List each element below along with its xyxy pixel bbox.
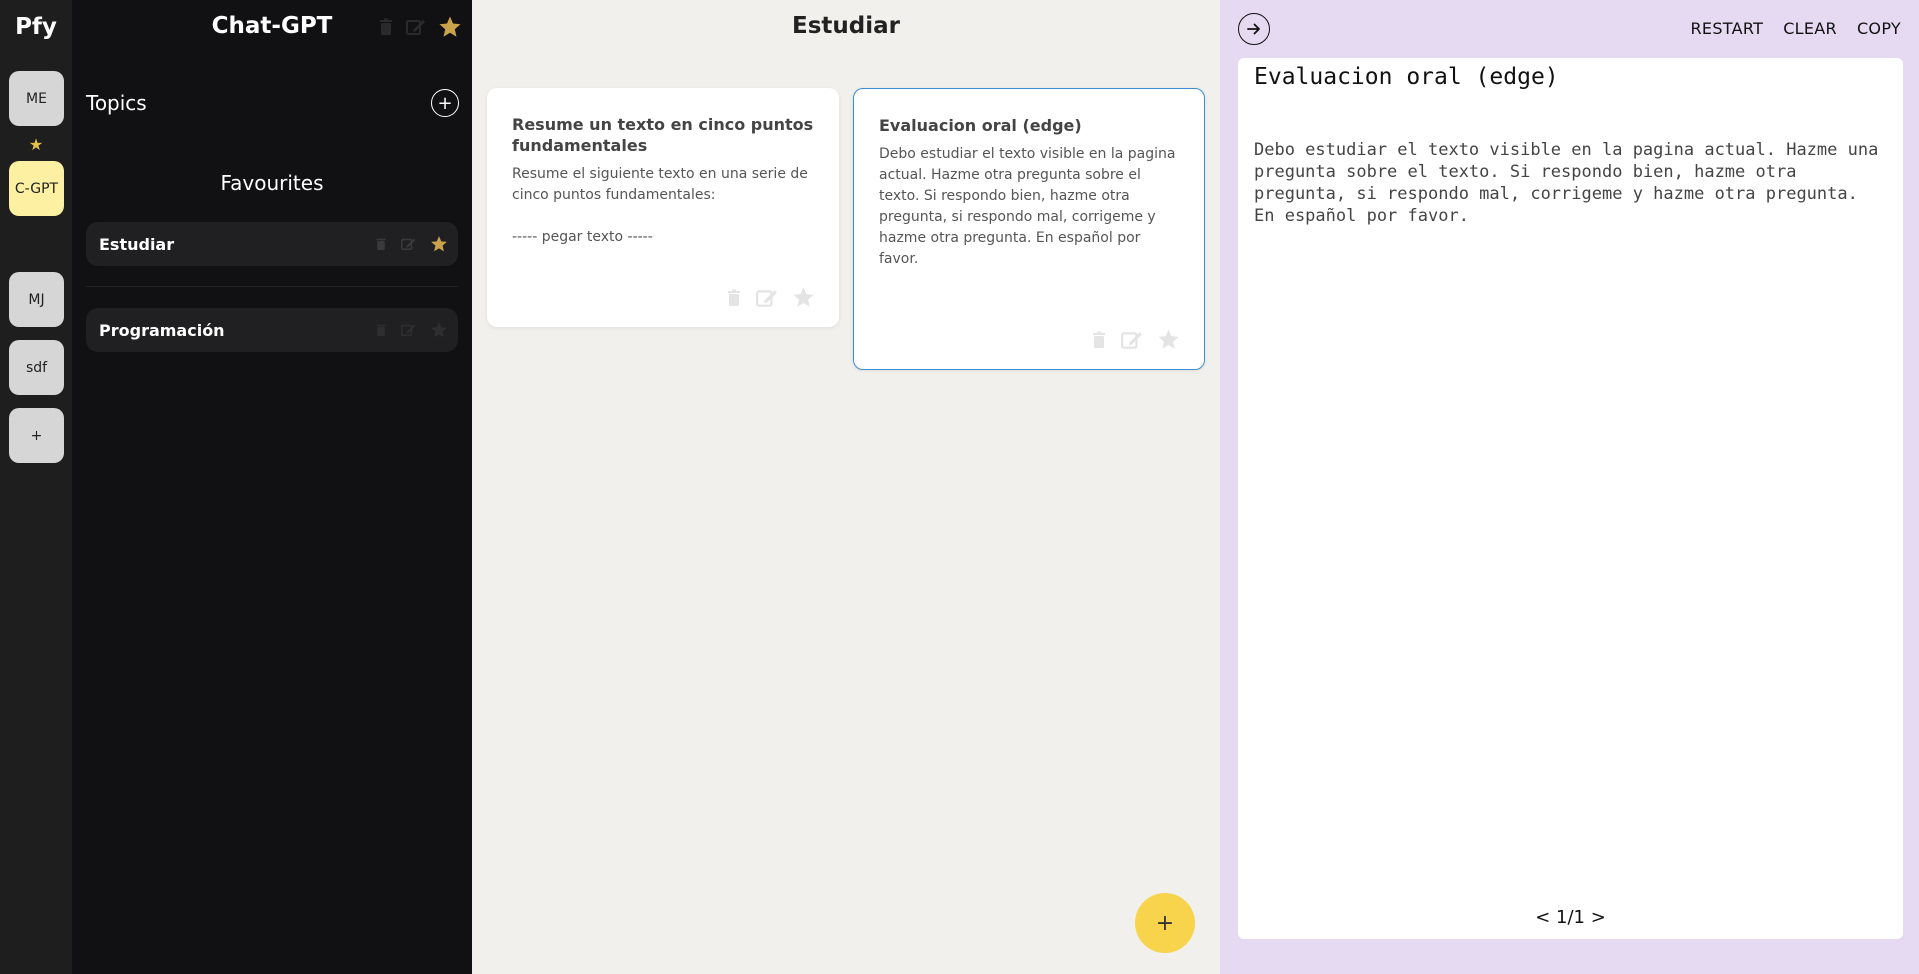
workspace-sdf[interactable]: sdf <box>9 340 64 395</box>
trash-icon[interactable] <box>726 286 742 309</box>
output-title: Evaluacion oral (edge) <box>1254 64 1559 90</box>
prompt-card-title: Evaluacion oral (edge) <box>879 116 1082 135</box>
favourites-heading: Favourites <box>220 171 324 195</box>
star-icon[interactable] <box>1157 328 1180 351</box>
star-icon: ★ <box>28 135 44 154</box>
trash-icon[interactable] <box>375 323 387 337</box>
favourite-star-icon[interactable] <box>438 15 462 39</box>
prompt-card-selected[interactable]: Evaluacion oral (edge) Debo estudiar el … <box>853 88 1205 370</box>
edit-icon[interactable] <box>1121 328 1143 351</box>
star-icon[interactable] <box>792 286 815 309</box>
edit-icon[interactable] <box>756 286 778 309</box>
workspace-me[interactable]: ME <box>9 71 64 126</box>
workspace-mj[interactable]: MJ <box>9 272 64 327</box>
topic-item-estudiar[interactable]: Estudiar <box>86 222 458 266</box>
copy-button[interactable]: COPY <box>1857 19 1901 38</box>
workspace-actions <box>378 15 462 39</box>
workspace-c-gpt[interactable]: C-GPT <box>9 161 64 216</box>
divider <box>86 286 458 287</box>
clear-button[interactable]: CLEAR <box>1783 19 1837 38</box>
prompt-card-body: Debo estudiar el texto visible en la pag… <box>879 146 1180 267</box>
topic-label: Estudiar <box>99 234 175 254</box>
prompt-card-body: Resume el siguiente texto en una serie d… <box>512 166 808 245</box>
output-actions: RESTART CLEAR COPY <box>1691 19 1919 38</box>
trash-icon[interactable] <box>1091 328 1107 351</box>
restart-button[interactable]: RESTART <box>1691 19 1764 38</box>
edit-icon[interactable] <box>406 18 426 36</box>
edit-icon[interactable] <box>401 323 416 337</box>
topic-item-programacion[interactable]: Programación <box>86 308 458 352</box>
output-body: Debo estudiar el texto visible en la pag… <box>1254 140 1879 226</box>
topics-heading: Topics <box>86 91 147 115</box>
output-panel: RESTART CLEAR COPY Evaluacion oral (edge… <box>1220 0 1919 974</box>
trash-icon[interactable] <box>378 18 394 36</box>
pagination[interactable]: < 1/1 > <box>1238 907 1903 928</box>
prompt-card[interactable]: Resume un texto en cinco puntos fundamen… <box>487 88 839 327</box>
star-icon[interactable] <box>430 321 448 339</box>
edit-icon[interactable] <box>401 237 416 251</box>
trash-icon[interactable] <box>375 237 387 251</box>
add-topic-button[interactable]: + <box>431 89 459 117</box>
add-workspace-button[interactable]: + <box>9 408 64 463</box>
topics-panel: Chat-GPT Topics + Favourites Estudiar Pr… <box>72 0 472 974</box>
add-prompt-button[interactable]: + <box>1135 893 1195 953</box>
app-logo: Pfy <box>15 14 57 40</box>
prompts-panel: Estudiar Resume un texto en cinco puntos… <box>472 0 1220 974</box>
topic-title: Estudiar <box>792 13 900 39</box>
arrow-right-icon[interactable] <box>1238 13 1270 45</box>
plus-icon: + <box>1155 910 1175 936</box>
prompt-card-title: Resume un texto en cinco puntos fundamen… <box>512 115 814 155</box>
workspace-rail: Pfy ME ★ C-GPT MJ sdf + <box>0 0 72 974</box>
topic-label: Programación <box>99 320 225 340</box>
star-icon[interactable] <box>430 235 448 253</box>
plus-icon: + <box>437 92 453 114</box>
output-document: Evaluacion oral (edge) Debo estudiar el … <box>1238 58 1903 939</box>
